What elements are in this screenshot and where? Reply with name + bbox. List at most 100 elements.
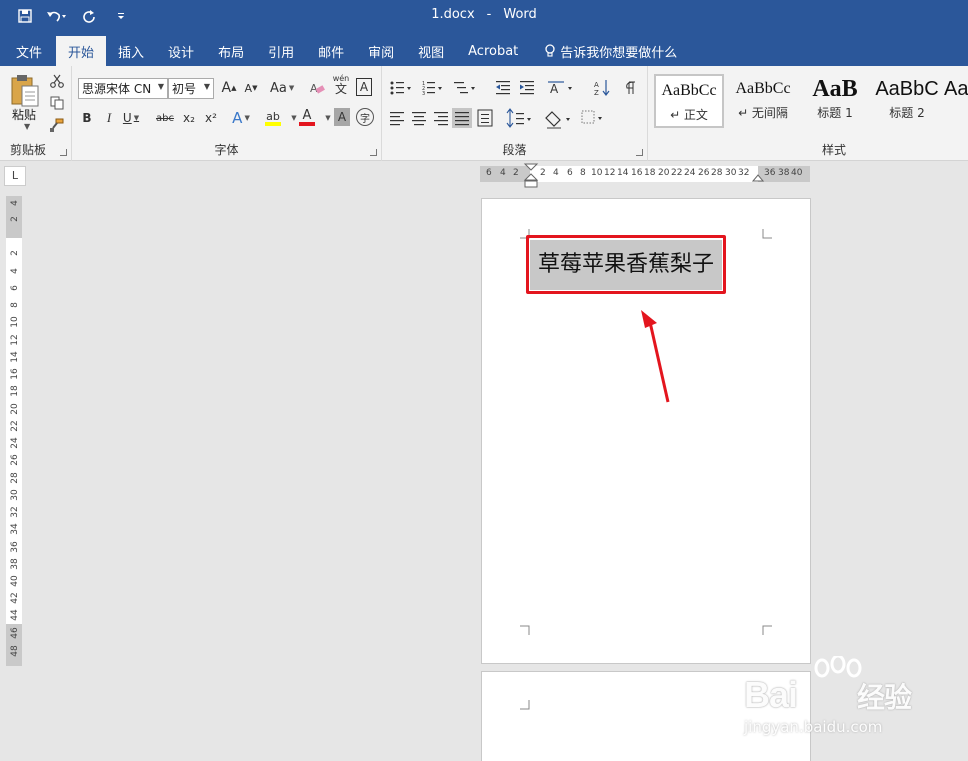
paste-dropdown-icon[interactable]: ▼	[24, 122, 30, 131]
vertical-ruler[interactable]: 4 2 2 4 6 8 10 12 14 16 18 20 22 24 26 2…	[6, 196, 22, 666]
style-next[interactable]: Aa	[944, 74, 968, 128]
paragraph-launcher-icon[interactable]	[636, 149, 643, 156]
tab-selector[interactable]: L	[4, 166, 26, 186]
paste-label: 粘贴	[12, 108, 37, 122]
scissors-icon	[50, 74, 64, 88]
bullets-icon[interactable]	[390, 81, 412, 95]
tab-design[interactable]: 设计	[156, 36, 206, 66]
tab-acrobat[interactable]: Acrobat	[456, 36, 530, 66]
justify-icon[interactable]	[452, 108, 472, 128]
ruler-label: 24	[684, 168, 696, 178]
shading-icon[interactable]	[545, 111, 570, 129]
numbering-icon[interactable]: 123	[422, 81, 442, 97]
char-border-button[interactable]: A	[356, 78, 372, 96]
ruler-label: 10	[10, 316, 20, 328]
indent-markers-icon[interactable]	[523, 163, 539, 190]
ruler-label: 34	[10, 523, 20, 535]
decrease-indent-icon[interactable]	[496, 81, 510, 95]
tab-review[interactable]: 审阅	[356, 36, 406, 66]
font-launcher-icon[interactable]	[370, 149, 377, 156]
ruler-label: 10	[591, 168, 603, 178]
show-marks-icon[interactable]	[626, 81, 636, 94]
superscript-button[interactable]: x²	[202, 108, 220, 128]
ruler-label: 30	[725, 168, 737, 178]
ruler-label: 28	[711, 168, 723, 178]
change-case-button[interactable]: Aa ▼	[270, 78, 294, 98]
paintbrush-icon	[50, 118, 64, 132]
tab-file[interactable]: 文件	[4, 36, 56, 66]
tell-me-box[interactable]: 告诉我你想要做什么	[530, 36, 689, 66]
cut-button[interactable]	[48, 72, 66, 90]
phonetic-guide-button[interactable]: wén 文	[332, 74, 350, 95]
horizontal-ruler[interactable]: 6 4 2 2 4 6 8 10 12 14 16 18 20 22 24 26…	[480, 163, 810, 188]
text-effects-button[interactable]: A ▼	[232, 108, 250, 128]
underline-button[interactable]: U ▼	[122, 108, 140, 128]
strikethrough-label: abc	[156, 112, 174, 124]
title-bar: 1.docx - Word	[0, 0, 968, 32]
tell-me-text: 告诉我你想要做什么	[560, 45, 678, 61]
svg-text:A: A	[310, 82, 318, 95]
italic-button[interactable]: I	[100, 108, 118, 128]
style-heading-1[interactable]: AaB 标题 1	[800, 74, 870, 128]
format-painter-button[interactable]	[48, 116, 66, 134]
ruler-label: 6	[567, 168, 573, 178]
ruler-label: 44	[10, 609, 20, 621]
tab-mailings[interactable]: 邮件	[306, 36, 356, 66]
distributed-icon[interactable]	[477, 109, 493, 127]
enclose-char-button[interactable]: 字	[356, 108, 374, 126]
clipboard-icon	[11, 75, 39, 107]
align-right-icon[interactable]	[434, 112, 448, 126]
style-heading-2-preview: AaBbC	[875, 78, 939, 100]
asian-layout-icon[interactable]: A	[548, 81, 572, 96]
style-heading-2-name: 标题 2	[889, 106, 925, 120]
style-heading-1-name: 标题 1	[817, 106, 853, 120]
clipboard-launcher-icon[interactable]	[60, 149, 67, 156]
font-name-combo[interactable]: 思源宋体 CN ▼	[78, 78, 168, 99]
highlight-button[interactable]: ab	[264, 108, 282, 128]
style-heading-2[interactable]: AaBbC 标题 2	[872, 74, 942, 128]
right-indent-marker-icon[interactable]	[752, 174, 764, 182]
tab-layout[interactable]: 布局	[206, 36, 256, 66]
svg-text:3: 3	[422, 91, 425, 97]
increase-indent-icon[interactable]	[520, 81, 534, 95]
align-center-icon[interactable]	[412, 112, 426, 126]
styles-group: AaBbCc ↵ 正文 AaBbCc ↵ 无间隔 AaB 标题 1 AaBbC …	[648, 66, 968, 161]
borders-icon[interactable]	[581, 110, 602, 124]
tab-references[interactable]: 引用	[256, 36, 306, 66]
ruler-label: 36	[764, 168, 776, 178]
clear-formatting-button[interactable]: A	[308, 78, 326, 98]
tab-view[interactable]: 视图	[406, 36, 456, 66]
style-normal[interactable]: AaBbCc ↵ 正文	[654, 74, 724, 128]
paragraph-group-label: 段落	[502, 143, 527, 157]
watermark-url: jingyan.baidu.com	[744, 718, 883, 736]
enclose-char-label: 字	[360, 113, 370, 125]
align-left-icon[interactable]	[390, 112, 404, 126]
char-shading-button[interactable]: A	[334, 108, 350, 126]
sort-icon[interactable]: AZ	[594, 80, 610, 97]
subscript-button[interactable]: x₂	[180, 108, 198, 128]
ruler-label: 4	[10, 200, 20, 206]
tab-insert[interactable]: 插入	[106, 36, 156, 66]
ruler-label: 2	[10, 250, 20, 256]
chevron-down-icon: ▼	[203, 82, 210, 91]
strikethrough-button[interactable]: abc	[156, 108, 174, 128]
paste-button[interactable]	[10, 74, 40, 108]
tab-home[interactable]: 开始	[56, 36, 107, 66]
style-no-spacing[interactable]: AaBbCc ↵ 无间隔	[728, 74, 798, 128]
svg-text:A: A	[594, 81, 599, 89]
char-border-label: A	[359, 80, 369, 94]
copy-button[interactable]	[48, 94, 66, 112]
multilevel-list-icon[interactable]	[454, 82, 475, 94]
shrink-font-label: A	[244, 81, 253, 95]
grow-font-button[interactable]: A ▲	[220, 78, 238, 98]
font-color-button[interactable]: A	[298, 108, 316, 128]
shrink-font-button[interactable]: A ▼	[242, 78, 260, 98]
line-spacing-icon[interactable]	[506, 108, 531, 128]
eraser-icon: A	[310, 82, 325, 95]
font-group: 思源宋体 CN ▼ 初号 ▼ A ▲ A ▼ Aa ▼ A wén 文 A B I U ▼ …	[72, 66, 382, 161]
ruler-label: 6	[486, 168, 492, 178]
ruler-label: 22	[10, 420, 20, 432]
ruler-label: 18	[10, 385, 20, 397]
font-size-combo[interactable]: 初号 ▼	[168, 78, 214, 99]
bold-button[interactable]: B	[78, 108, 96, 128]
